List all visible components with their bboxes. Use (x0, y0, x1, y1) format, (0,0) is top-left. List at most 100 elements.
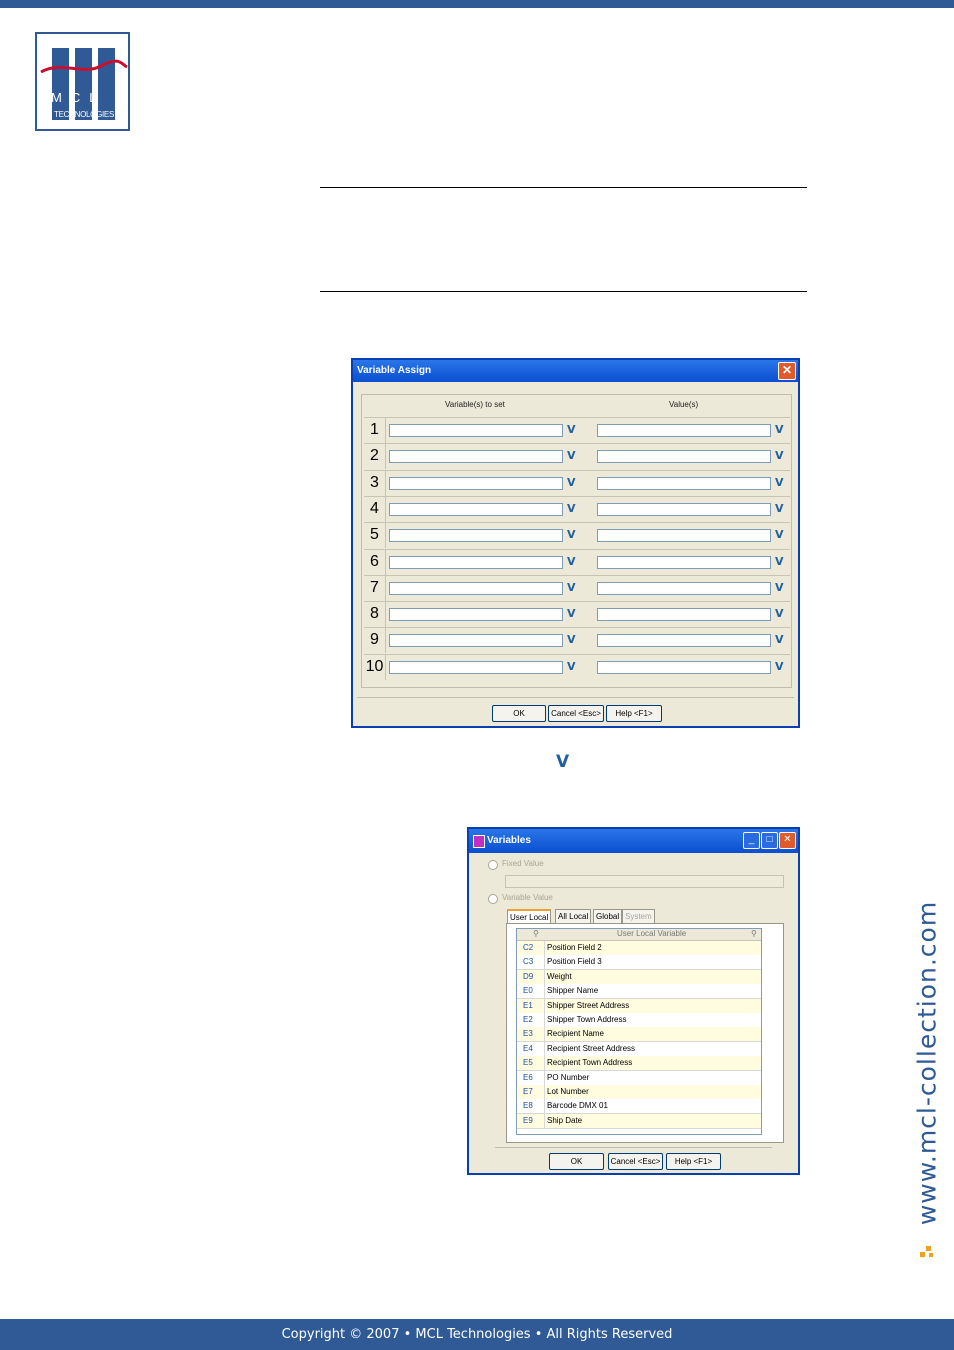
table-row[interactable]: E2 Shipper Town Address (517, 1013, 761, 1028)
variable-field[interactable] (389, 502, 563, 516)
row-number: 7 (364, 575, 386, 601)
table-row[interactable]: E8 Barcode DMX 01 (517, 1099, 761, 1115)
dropdown-icon[interactable]: V (775, 607, 784, 620)
variable-code: C2 (523, 943, 534, 952)
variable-field[interactable] (389, 634, 563, 648)
dropdown-icon[interactable]: V (567, 660, 576, 673)
dropdown-icon[interactable]: V (775, 476, 784, 489)
minimize-icon[interactable]: _ (743, 832, 760, 849)
table-row[interactable]: E1 Shipper Street Address (517, 998, 761, 1014)
value-field[interactable] (597, 581, 771, 595)
dropdown-icon[interactable]: V (775, 660, 784, 673)
variable-field[interactable] (389, 450, 563, 464)
fixed-value-input[interactable] (505, 875, 784, 888)
row-number: 2 (364, 444, 386, 470)
dropdown-icon[interactable]: V (567, 607, 576, 620)
fixed-value-label: Fixed Value (502, 859, 544, 868)
value-field[interactable] (597, 476, 771, 490)
variable-field[interactable] (389, 581, 563, 595)
table-row[interactable]: E9 Ship Date (517, 1113, 761, 1129)
variable-field[interactable] (389, 529, 563, 543)
app-icon (473, 835, 485, 848)
dropdown-icon[interactable]: V (775, 423, 784, 436)
value-field[interactable] (597, 555, 771, 569)
assign-row: 10 V V (364, 653, 790, 681)
dropdown-icon[interactable]: V (567, 502, 576, 515)
search-icon[interactable]: ⚲ (533, 929, 539, 938)
row-number: 1 (364, 418, 386, 443)
col-values-header: Value(s) (669, 400, 699, 409)
variable-field[interactable] (389, 424, 563, 437)
close-icon[interactable]: ✕ (779, 832, 796, 849)
table-header: ⚲ User Local Variable ⚲ (517, 929, 761, 941)
tab-all-local[interactable]: All Local (555, 909, 592, 924)
table-row[interactable]: E5 Recipient Town Address (517, 1056, 761, 1072)
table-row[interactable]: E3 Recipient Name (517, 1027, 761, 1043)
scrollbar[interactable]: ▲ ▼ (761, 929, 762, 1134)
dropdown-icon[interactable]: V (567, 528, 576, 541)
table-row[interactable]: C3 Position Field 3 (517, 955, 761, 971)
website-url[interactable]: www.mcl-collection.com (913, 901, 942, 1225)
dropdown-icon[interactable]: V (567, 581, 576, 594)
variable-name-text: Position Field 3 (547, 957, 602, 967)
dropdown-icon[interactable]: V (775, 555, 784, 568)
variable-field[interactable] (389, 555, 563, 569)
variable-value-label: Variable Value (502, 893, 553, 902)
fixed-value-radio[interactable] (488, 860, 498, 870)
dropdown-icon[interactable]: V (567, 476, 576, 489)
value-field[interactable] (597, 450, 771, 464)
value-field[interactable] (597, 424, 771, 437)
value-field[interactable] (597, 502, 771, 516)
table-row[interactable]: D9 Weight (517, 969, 761, 985)
table-row[interactable]: E7 Lot Number (517, 1085, 761, 1100)
assign-row: 8 V V (364, 601, 790, 628)
dropdown-icon[interactable]: V (567, 423, 576, 436)
variable-name: Shipper Town Address (544, 1013, 761, 1027)
variables-table: ⚲ User Local Variable ⚲ C2 Position Field… (516, 928, 762, 1135)
table-row[interactable]: E4 Recipient Street Address (517, 1041, 761, 1057)
assign-row: 9 V V (364, 627, 790, 654)
variable-name: Shipper Street Address (544, 998, 761, 1013)
table-row[interactable]: E6 PO Number (517, 1070, 761, 1086)
table-row[interactable]: C2 Position Field 2 (517, 941, 761, 956)
row-number: 6 (364, 549, 386, 575)
tab-system[interactable]: System (622, 909, 655, 924)
dropdown-icon[interactable]: V (775, 502, 784, 515)
close-icon[interactable]: ✕ (778, 362, 796, 380)
tab-global[interactable]: Global (593, 909, 623, 924)
cancel-button[interactable]: Cancel <Esc> (548, 705, 604, 722)
dropdown-icon[interactable]: V (567, 555, 576, 568)
help-button[interactable]: Help <F1> (666, 1153, 721, 1170)
variable-field[interactable] (389, 608, 563, 622)
value-field[interactable] (597, 634, 771, 648)
variables-dialog: Variables _ □ ✕ Fixed Value Variable Val… (467, 827, 800, 1175)
table-row[interactable]: E0 Shipper Name (517, 984, 761, 1000)
dropdown-icon[interactable]: V (567, 633, 576, 646)
ok-button[interactable]: OK (492, 705, 546, 722)
variable-name-text: PO Number (547, 1072, 590, 1082)
search-icon[interactable]: ⚲ (751, 929, 757, 938)
value-field[interactable] (597, 660, 771, 674)
variable-field[interactable] (389, 476, 563, 490)
dropdown-icon[interactable]: V (775, 633, 784, 646)
maximize-icon[interactable]: □ (761, 832, 778, 849)
variable-code: D9 (523, 971, 534, 981)
variable-field[interactable] (389, 660, 563, 674)
help-button[interactable]: Help <F1> (606, 705, 662, 722)
dropdown-icon[interactable]: V (775, 581, 784, 594)
cancel-button[interactable]: Cancel <Esc> (608, 1153, 663, 1170)
row-number: 5 (364, 523, 386, 549)
dropdown-icon[interactable]: V (775, 449, 784, 462)
variable-name-text: Shipper Town Address (547, 1015, 627, 1024)
dropdown-icon[interactable]: V (775, 528, 784, 541)
value-field[interactable] (597, 608, 771, 622)
mcl-logo: MCL TECHNOLOGIES (35, 32, 130, 131)
ok-button[interactable]: OK (549, 1153, 604, 1170)
variable-code: E6 (523, 1072, 533, 1082)
value-field[interactable] (597, 529, 771, 543)
rule-top (320, 187, 807, 188)
row-number: 8 (364, 602, 386, 628)
variable-value-radio[interactable] (488, 894, 498, 904)
dropdown-icon[interactable]: V (567, 449, 576, 462)
variable-name: Recipient Town Address (544, 1056, 761, 1071)
